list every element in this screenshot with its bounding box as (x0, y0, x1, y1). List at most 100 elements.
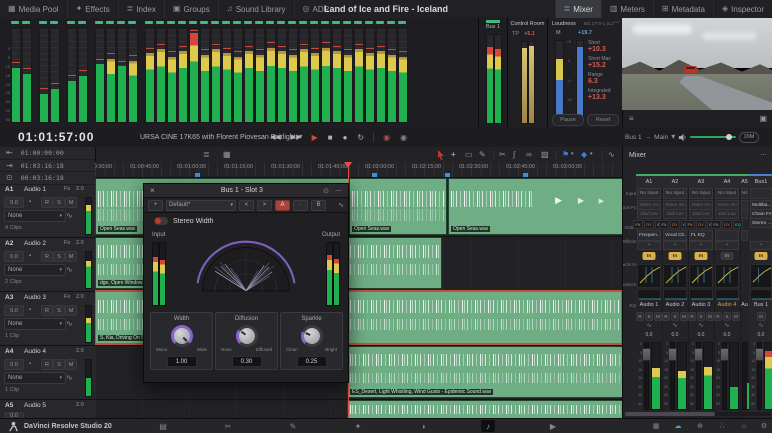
razor-tool-icon[interactable]: ✂ (499, 149, 506, 160)
range-tool-icon[interactable]: ▭ (465, 149, 473, 160)
solo-button[interactable]: S (723, 312, 731, 321)
fast-rewind-button[interactable]: ◀◀ (270, 133, 281, 141)
strip-name[interactable]: Audio 3 (688, 302, 714, 308)
automation-dropdown[interactable]: None▾ (4, 318, 66, 330)
playhead-head[interactable] (344, 162, 352, 168)
mixer-strip-a4[interactable]: A4 No Input Voice Iso Dial Lev FX DY EQ … (714, 174, 741, 418)
knob-value[interactable]: 0.25 (297, 356, 327, 367)
viewer-menu-icon[interactable]: ≡ (629, 114, 634, 123)
dim-button[interactable]: DIM (739, 132, 759, 143)
curve-icon[interactable]: ∿ (66, 212, 73, 220)
page-deliver-icon[interactable]: ▶ (546, 420, 560, 432)
flag-icon[interactable]: ⚑ (562, 149, 569, 160)
knob-value[interactable]: 0.30 (232, 356, 262, 367)
play-button[interactable]: ▶ (312, 133, 318, 142)
width-knob[interactable] (174, 328, 190, 344)
track-header-a3[interactable]: A3 Audio 3 Fx 2.0 0.0 ▪ R S M None▾ ∿ 1 … (0, 291, 95, 346)
preset-dropdown[interactable]: Default*▾ (166, 200, 236, 211)
meters-toggle-button[interactable]: ▥Meters (601, 0, 653, 18)
knob-value[interactable]: 1.00 (167, 356, 197, 367)
fx-chip[interactable]: FX (685, 220, 695, 229)
strip-in-badge[interactable]: In (721, 252, 734, 260)
mixer-toggle-button[interactable]: ≣Mixer (555, 0, 601, 18)
eq-graph[interactable] (715, 289, 739, 300)
flag-dropdown-icon[interactable]: ▾ (571, 149, 574, 160)
record-arm-button[interactable]: R (714, 312, 722, 321)
solo-button[interactable]: S (671, 312, 679, 321)
track-gain[interactable]: 0.0 (4, 305, 24, 316)
stop-button[interactable]: ■ (328, 133, 333, 142)
audio-clip[interactable]: ES_Desert, Light Whistling, Wind Gusts -… (347, 346, 622, 398)
eq-graph[interactable] (750, 289, 772, 300)
plugin-titlebar[interactable]: × Bus 1 - Slot 3 ⊙ ⋯ (144, 184, 348, 198)
automation-settings-icon[interactable]: ◉ (400, 133, 407, 142)
record-arm-button[interactable]: R (636, 312, 644, 321)
strip-name[interactable]: Au (740, 302, 749, 308)
inspector-toggle-button[interactable]: ◈Inspector (713, 0, 772, 18)
page-edit-icon[interactable]: ✎ (286, 420, 300, 432)
lock-icon[interactable]: ▪ (29, 361, 31, 367)
track-header-a2[interactable]: A2 Audio 2 Fx 2.0 0.0 ▪ R S M None▾ ∿ 2 … (0, 237, 95, 292)
strip-input[interactable]: No Input (689, 188, 713, 199)
monitor-bus-label[interactable]: Bus 1 (625, 134, 642, 141)
pan-curve-icon[interactable]: ∿ (662, 322, 688, 329)
solo-button[interactable]: S (53, 359, 65, 370)
strip-in-badge[interactable]: In (695, 252, 708, 260)
fx-chip[interactable]: FX (659, 220, 669, 229)
marker-icon[interactable]: ◆ (581, 149, 587, 160)
record-arm-button[interactable]: R (41, 359, 53, 370)
ab-compare-a-button[interactable]: A (275, 200, 290, 211)
track-gain[interactable]: 0.0 (4, 251, 24, 262)
plugin-window[interactable]: × Bus 1 - Slot 3 ⊙ ⋯ + Default*▾ < > A ·… (143, 183, 349, 383)
strip-add-effect[interactable]: + (715, 241, 739, 250)
mute-button[interactable]: M (654, 312, 662, 321)
page-media-icon[interactable]: ▤ (156, 420, 170, 432)
loop-button[interactable]: ↻ (357, 133, 364, 142)
timeline-ruler[interactable]: 01:00:30:0001:00:45:0001:01:00:0001:01:1… (95, 162, 622, 178)
mute-button[interactable]: M (65, 359, 77, 370)
envelope-tool-icon[interactable]: ▨ (541, 149, 549, 160)
strip-effect[interactable]: Frequen... (637, 230, 661, 241)
solo-button[interactable]: S (645, 312, 653, 321)
strip-effect[interactable] (715, 230, 739, 241)
timeline-view-options-icon[interactable]: ≣ (203, 149, 210, 160)
fader-handle[interactable] (694, 348, 703, 361)
pen-tool-icon[interactable]: ∫ (513, 149, 515, 160)
strip-tab[interactable]: A5 (740, 174, 749, 188)
dynamics-graph[interactable] (715, 264, 739, 288)
panels-icon[interactable]: ▦ (649, 420, 663, 432)
loudness-pause-button[interactable]: Pause (552, 114, 584, 126)
monitor-dest-label[interactable]: Main (654, 134, 668, 141)
strip-gain[interactable]: 0.0 (714, 332, 740, 338)
monitor-volume-slider[interactable] (690, 136, 736, 138)
strip-effect[interactable]: Vocal Ch... (663, 230, 687, 241)
link-tool-icon[interactable]: ∞ (526, 149, 532, 160)
fx-chip[interactable]: FX (633, 220, 643, 229)
strip-dial-lev[interactable]: Dial Lev (715, 209, 739, 219)
eq-graph[interactable] (663, 289, 687, 300)
plugin-settings-icon[interactable]: ⊙ (323, 187, 329, 195)
automation-toggle-icon[interactable]: ◉ (383, 133, 390, 142)
audio-clip[interactable]: Open Seas.wav (349, 178, 447, 235)
strip-effect[interactable]: FL EQ (689, 230, 713, 241)
strip-name[interactable]: Audio 1 (636, 302, 662, 308)
mute-button[interactable]: M (680, 312, 688, 321)
groups-button[interactable]: ▣Groups (165, 0, 219, 18)
media-pool-button[interactable]: ▦Media Pool (0, 0, 68, 18)
automation-dropdown[interactable]: None▾ (4, 264, 66, 276)
page-fairlight-icon[interactable]: ♪ (481, 420, 495, 432)
strip-dial-lev[interactable] (741, 209, 748, 219)
volume-slider-handle[interactable] (726, 134, 732, 140)
strip-dial-lev[interactable]: Dial Lev (689, 209, 713, 219)
mixer-scrollbar[interactable] (625, 412, 771, 416)
track-header-a1[interactable]: A1 Audio 1 Fx 2.0 0.0 ▪ R S M None▾ ∿ 4 … (0, 183, 95, 238)
automation-dropdown[interactable]: None▾ (4, 372, 66, 384)
dynamics-graph[interactable] (637, 264, 661, 288)
pan-curve-icon[interactable]: ∿ (636, 322, 662, 329)
strip-tab[interactable]: Bus1 (749, 174, 772, 188)
strip-effect[interactable]: Stereo ... (750, 218, 772, 228)
track-gain[interactable]: 0.0 (4, 197, 24, 208)
strip-add-effect[interactable]: + (750, 241, 772, 250)
ab-compare-b-button[interactable]: B (311, 200, 326, 211)
solo-button[interactable]: S (697, 312, 705, 321)
